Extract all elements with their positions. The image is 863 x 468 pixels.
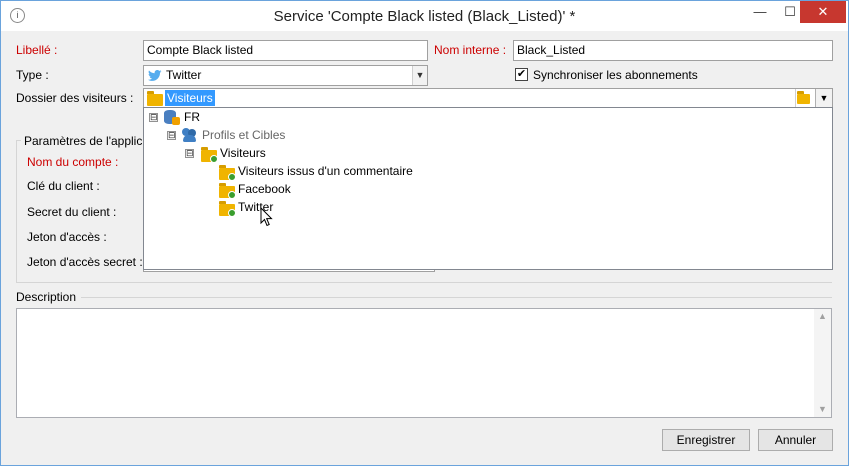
- cle-client-label: Clé du client :: [27, 179, 100, 193]
- libelle-field[interactable]: Compte Black listed: [143, 40, 428, 61]
- jeton-secret-label: Jeton d'accès secret :: [27, 255, 143, 269]
- libelle-label: Libellé :: [16, 43, 58, 57]
- dossier-field[interactable]: Visiteurs ▼: [143, 88, 833, 108]
- dossier-dropdown-button[interactable]: ▼: [815, 89, 832, 107]
- collapse-icon[interactable]: ⊟: [167, 131, 176, 140]
- tree-item-commentaire[interactable]: Visiteurs issus d'un commentaire: [238, 162, 413, 180]
- description-textarea[interactable]: ▲ ▼: [16, 308, 832, 418]
- window-title: Service 'Compte Black listed (Black_List…: [273, 8, 576, 25]
- nom-compte-label: Nom du compte :: [27, 155, 119, 169]
- tree-item-visiteurs[interactable]: Visiteurs: [220, 144, 266, 162]
- tree-item-facebook[interactable]: Facebook: [238, 180, 291, 198]
- description-scrollbar[interactable]: ▲ ▼: [814, 309, 831, 417]
- group-border-left: [16, 140, 17, 282]
- folder-tree-popup: ⊟ FR ⊟ Profils et Cibles ⊟ Visiteurs Vis…: [143, 107, 833, 270]
- dossier-value[interactable]: Visiteurs: [165, 90, 215, 106]
- service-dialog: i Service 'Compte Black listed (Black_Li…: [0, 0, 849, 466]
- scroll-up-icon[interactable]: ▲: [814, 309, 831, 324]
- person-icon: [228, 209, 236, 217]
- description-separator: [81, 297, 832, 298]
- nom-interne-label: Nom interne :: [434, 43, 507, 57]
- cancel-button[interactable]: Annuler: [758, 429, 833, 451]
- folder-icon: [147, 91, 163, 106]
- collapse-icon[interactable]: ⊟: [149, 113, 158, 122]
- title-bar: i Service 'Compte Black listed (Black_Li…: [1, 1, 848, 31]
- group-border-bottom: [16, 282, 832, 283]
- chevron-down-icon[interactable]: ▼: [412, 66, 427, 85]
- folder-browse-icon[interactable]: [795, 89, 812, 107]
- description-label: Description: [16, 290, 77, 304]
- save-button[interactable]: Enregistrer: [662, 429, 750, 451]
- nom-interne-field[interactable]: Black_Listed: [513, 40, 833, 61]
- tree-item-fr[interactable]: FR: [184, 108, 200, 126]
- twitter-icon: [148, 70, 162, 81]
- minimize-button[interactable]: —: [745, 1, 775, 23]
- tree-item-profils[interactable]: Profils et Cibles: [202, 126, 285, 144]
- users-icon: [182, 128, 198, 142]
- secret-client-label: Secret du client :: [27, 205, 117, 219]
- person-icon: [228, 173, 236, 181]
- person-icon: [210, 155, 218, 163]
- type-select[interactable]: Twitter ▼: [143, 65, 428, 86]
- database-badge-icon: [172, 117, 180, 125]
- dossier-label: Dossier des visiteurs :: [16, 91, 134, 105]
- close-button[interactable]: ✕: [800, 1, 846, 23]
- person-icon: [228, 191, 236, 199]
- collapse-icon[interactable]: ⊟: [185, 149, 194, 158]
- mouse-cursor-icon: [260, 207, 273, 227]
- group-title: Paramètres de l'applic: [24, 134, 143, 148]
- scroll-down-icon[interactable]: ▼: [814, 402, 831, 417]
- sync-checkbox[interactable]: ✔: [515, 68, 528, 81]
- type-label: Type :: [16, 68, 49, 82]
- type-value: Twitter: [166, 68, 202, 82]
- jeton-label: Jeton d'accès :: [27, 230, 107, 244]
- sync-label: Synchroniser les abonnements: [533, 68, 698, 82]
